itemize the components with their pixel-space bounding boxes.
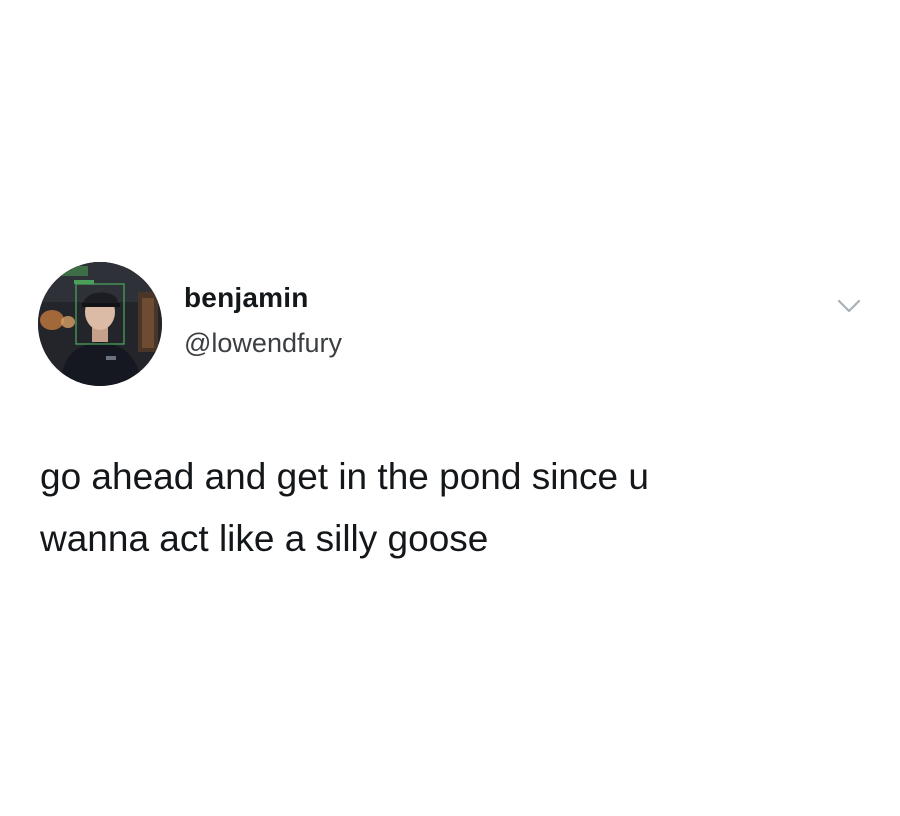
tweet-card: benjamin @lowendfury go ahead and get in… xyxy=(0,0,900,816)
tweet-text: go ahead and get in the pond since u wan… xyxy=(40,456,649,559)
profile-photo-image xyxy=(38,262,162,386)
display-name[interactable]: benjamin xyxy=(184,281,309,315)
avatar[interactable] xyxy=(38,262,162,386)
chevron-down-icon[interactable] xyxy=(836,296,862,316)
user-handle[interactable]: @lowendfury xyxy=(184,326,342,360)
